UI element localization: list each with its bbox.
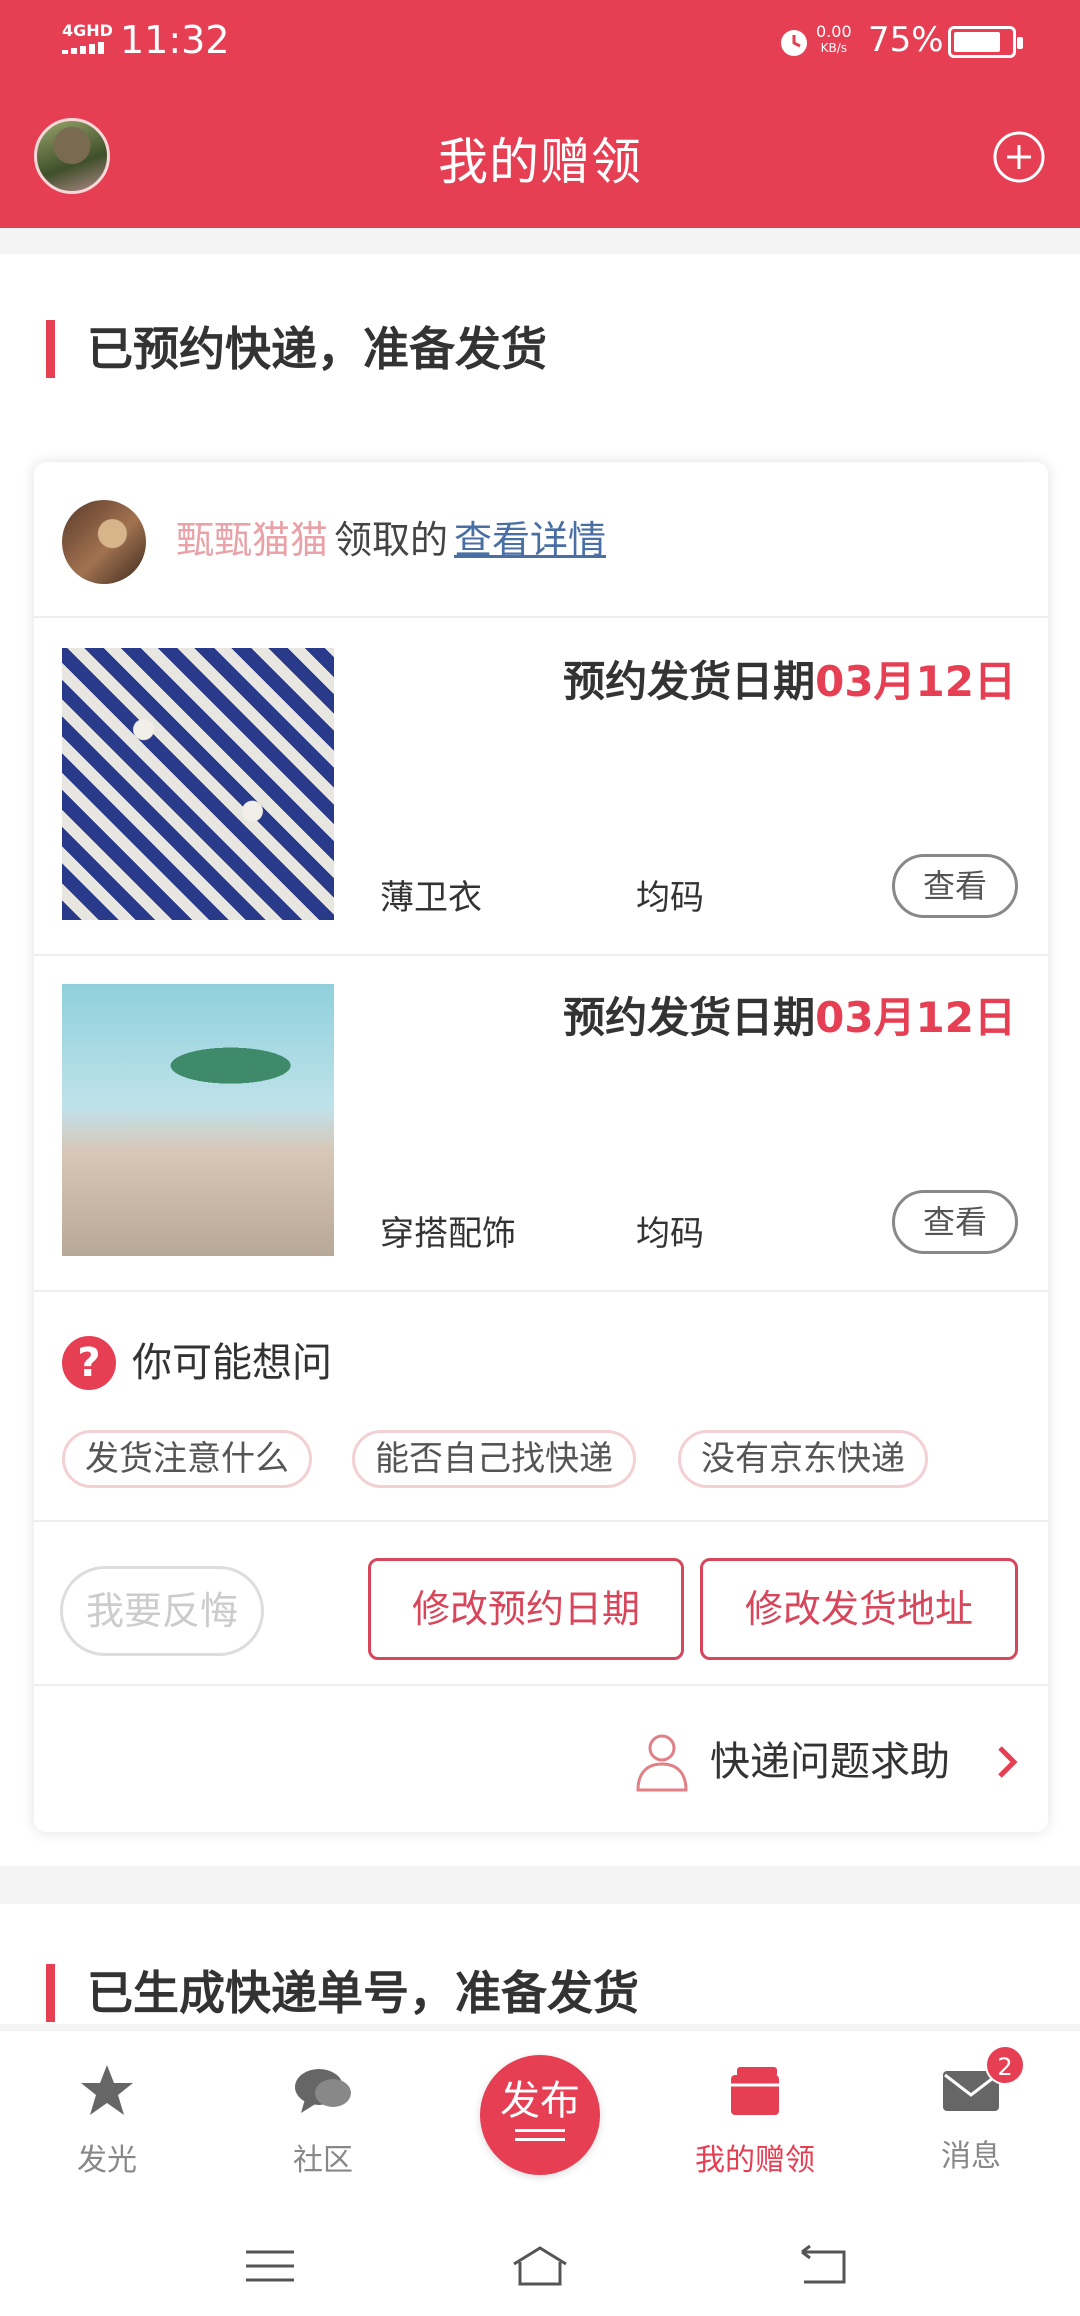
section-reserved-express: 已预约快递，准备发货 甄甄猫猫 领取的 查看详情 预约发货日期03月12日 薄卫衣 … — [0, 254, 1080, 1866]
item-photo[interactable] — [62, 984, 334, 1256]
card-header: 甄甄猫猫 领取的 查看详情 — [34, 462, 1048, 618]
battery-icon — [948, 26, 1023, 58]
list-item: 预约发货日期03月12日 薄卫衣 均码 查看 — [34, 620, 1048, 956]
requester-avatar[interactable] — [62, 500, 146, 584]
publish-button[interactable]: 发布 — [480, 2055, 600, 2175]
nav-label: 我的赠领 — [695, 2143, 815, 2178]
change-address-button[interactable]: 修改发货地址 — [700, 1558, 1018, 1660]
nav-item-messages[interactable]: 2 消息 — [896, 2045, 1046, 2175]
gift-order-card: 甄甄猫猫 领取的 查看详情 预约发货日期03月12日 薄卫衣 均码 查看 预约发货日… — [34, 462, 1048, 1832]
star-icon — [81, 2065, 133, 2115]
section-title: 已生成快递单号，准备发货 — [46, 1964, 639, 2022]
faq-chip[interactable]: 没有京东快递 — [678, 1430, 928, 1488]
ship-date-label: 预约发货日期 — [563, 993, 816, 1042]
back-icon[interactable] — [794, 2244, 854, 2288]
system-navigation-bar — [0, 2210, 1080, 2316]
unread-badge: 2 — [985, 2045, 1025, 2085]
faq-chip[interactable]: 发货注意什么 — [62, 1430, 312, 1488]
section-title: 已预约快递，准备发货 — [46, 320, 547, 378]
question-icon: ? — [62, 1336, 116, 1390]
nav-item-faguang[interactable]: 发光 — [32, 2059, 182, 2179]
network-speed: 0.00 KB/s — [816, 22, 852, 56]
clock: 11:32 — [120, 18, 230, 62]
regret-button[interactable]: 我要反悔 — [60, 1566, 264, 1656]
bottom-navigation: 发光 社区 发布 我的赠领 2 消息 — [0, 2030, 1080, 2210]
ship-date-value: 03月12日 — [815, 993, 1016, 1042]
mail-icon-wrap: 2 — [939, 2045, 1025, 2123]
express-help-label: 快递问题求助 — [710, 1739, 950, 1785]
nav-label: 消息 — [941, 2139, 1001, 2174]
express-help-row[interactable]: 快递问题求助 — [34, 1688, 1048, 1832]
network-indicator: 4GHD — [62, 22, 113, 54]
chat-bubbles-icon — [295, 2069, 351, 2113]
item-name: 穿搭配饰 — [380, 1214, 516, 1254]
view-button[interactable]: 查看 — [892, 854, 1018, 918]
ship-date-value: 03月12日 — [815, 657, 1016, 706]
item-name: 薄卫衣 — [380, 878, 482, 918]
faq-title: 你可能想问 — [132, 1340, 332, 1386]
plus-circle-icon[interactable] — [992, 130, 1046, 184]
action-bar: 我要反悔 修改预约日期 修改发货地址 — [34, 1524, 1048, 1686]
nav-item-community[interactable]: 社区 — [248, 2059, 398, 2179]
requester-line: 甄甄猫猫 领取的 查看详情 — [176, 514, 606, 566]
requester-name[interactable]: 甄甄猫猫 — [176, 518, 328, 562]
signal-icon — [62, 42, 113, 54]
faq-chip[interactable]: 能否自己找快递 — [352, 1430, 636, 1488]
view-details-link[interactable]: 查看详情 — [454, 518, 606, 562]
nav-label: 发光 — [77, 2143, 137, 2178]
list-item: 预约发货日期03月12日 穿搭配饰 均码 查看 — [34, 956, 1048, 1292]
nav-label: 社区 — [293, 2143, 353, 2178]
faq-section: ? 你可能想问 发货注意什么 能否自己找快递 没有京东快递 — [34, 1290, 1048, 1522]
item-photo[interactable] — [62, 648, 334, 920]
alarm-icon — [781, 30, 807, 56]
gift-box-icon — [731, 2067, 779, 2115]
page-title: 我的赠领 — [438, 133, 642, 191]
item-size: 均码 — [636, 878, 704, 918]
menu-icon[interactable] — [240, 2244, 300, 2288]
section-tracking-generated: 已生成快递单号，准备发货 — [0, 1904, 1080, 2024]
item-size: 均码 — [636, 1214, 704, 1254]
chevron-right-icon — [998, 1746, 1018, 1778]
battery-percent: 75% — [868, 20, 944, 60]
home-icon[interactable] — [510, 2244, 570, 2288]
ship-date: 预约发货日期03月12日 — [563, 648, 1016, 709]
ship-date-label: 预约发货日期 — [563, 657, 816, 706]
status-bar: 4GHD 11:32 0.00 KB/s 75% — [0, 0, 1080, 84]
publish-icon — [515, 2129, 565, 2141]
person-icon — [636, 1734, 688, 1792]
publish-label: 发布 — [500, 2078, 580, 2124]
network-type: 4GHD — [62, 21, 113, 40]
requester-verb: 领取的 — [334, 518, 449, 562]
ship-date: 预约发货日期03月12日 — [563, 984, 1016, 1045]
top-app-bar: 4GHD 11:32 0.00 KB/s 75% 我的赠领 — [0, 0, 1080, 228]
view-button[interactable]: 查看 — [892, 1190, 1018, 1254]
nav-item-my-gifts[interactable]: 我的赠领 — [680, 2059, 830, 2179]
change-date-button[interactable]: 修改预约日期 — [368, 1558, 684, 1660]
